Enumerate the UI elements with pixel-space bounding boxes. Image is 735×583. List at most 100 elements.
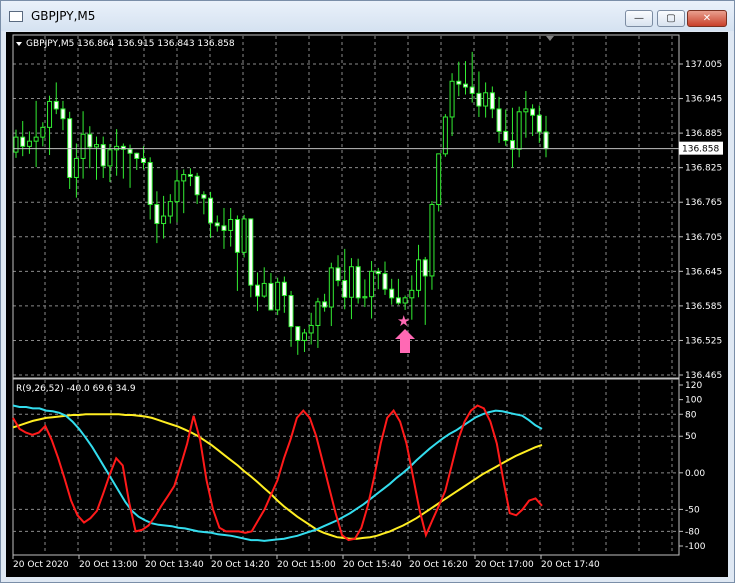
candles-layer bbox=[13, 51, 549, 355]
time-axis: 20 Oct 2020 20 Oct 13:00 20 Oct 13:40 20 Oc… bbox=[12, 555, 600, 570]
bear-candle bbox=[322, 301, 328, 308]
bear-candle bbox=[134, 152, 140, 159]
bear-candle bbox=[509, 140, 515, 150]
price-tick-label: 136.705 bbox=[685, 233, 722, 243]
maximize-button[interactable]: ▢ bbox=[657, 10, 685, 27]
chart-canvas[interactable]: GBPJPY,M5 136.864 136.915 136.843 136.85… bbox=[6, 32, 728, 577]
indicator-tick-label: 50 bbox=[685, 432, 697, 442]
bull-candle bbox=[181, 174, 187, 182]
bull-candle bbox=[94, 144, 100, 148]
bull-candle bbox=[416, 259, 422, 291]
bull-candle bbox=[402, 297, 408, 304]
bull-candle bbox=[348, 266, 354, 298]
window-title: GBPJPY,M5 bbox=[31, 9, 96, 23]
bear-candle bbox=[87, 133, 93, 148]
bear-candle bbox=[147, 161, 153, 206]
bull-candle bbox=[47, 100, 53, 128]
bull-candle bbox=[261, 282, 267, 297]
bull-candle bbox=[26, 140, 32, 147]
bear-candle bbox=[194, 175, 200, 196]
current-price-label: 136.858 bbox=[682, 145, 719, 155]
bear-candle bbox=[496, 108, 502, 132]
main-panel-frame bbox=[12, 34, 680, 379]
bear-candle bbox=[382, 273, 388, 290]
bull-candle bbox=[73, 157, 79, 178]
bear-candle bbox=[214, 222, 220, 227]
bull-candle bbox=[13, 136, 19, 153]
bear-candle bbox=[187, 174, 193, 177]
bull-candle bbox=[301, 332, 307, 341]
chart-menu-triangle-icon[interactable] bbox=[16, 42, 22, 46]
bear-candle bbox=[20, 136, 26, 147]
time-tick-label: 20 Oct 15:00 bbox=[277, 560, 336, 570]
time-tick-label: 20 Oct 2020 bbox=[13, 560, 69, 570]
bull-candle bbox=[174, 180, 180, 203]
time-tick-label: 20 Oct 17:00 bbox=[475, 560, 534, 570]
bull-candle bbox=[114, 145, 120, 151]
bear-candle bbox=[201, 194, 207, 199]
bear-candle bbox=[536, 114, 542, 133]
bear-candle bbox=[422, 259, 428, 277]
bull-candle bbox=[449, 80, 455, 118]
bull-candle bbox=[315, 301, 321, 326]
bear-candle bbox=[288, 295, 294, 328]
time-tick-label: 20 Oct 17:40 bbox=[541, 560, 600, 570]
chart-area[interactable]: GBPJPY,M5 136.864 136.915 136.843 136.85… bbox=[6, 32, 728, 577]
bear-candle bbox=[255, 284, 261, 297]
slow-line bbox=[12, 413, 543, 540]
price-tick-label: 136.765 bbox=[685, 198, 722, 208]
main-header: GBPJPY,M5 136.864 136.915 136.843 136.85… bbox=[26, 39, 235, 49]
price-tick-label: 137.005 bbox=[685, 60, 722, 70]
price-tick-label: 136.945 bbox=[685, 95, 722, 105]
bear-candle bbox=[53, 100, 59, 110]
bull-candle bbox=[275, 281, 281, 311]
bear-candle bbox=[462, 83, 468, 88]
price-tick-label: 136.645 bbox=[685, 267, 722, 277]
bear-candle bbox=[60, 108, 66, 120]
bear-candle bbox=[543, 131, 549, 150]
price-tick-label: 136.825 bbox=[685, 164, 722, 174]
bear-candle bbox=[234, 219, 240, 253]
bear-candle bbox=[395, 297, 401, 304]
indicator-tick-label: 120 bbox=[685, 381, 702, 391]
time-tick-label: 20 Oct 14:20 bbox=[211, 560, 270, 570]
bull-candle bbox=[80, 133, 86, 159]
bear-candle bbox=[503, 130, 509, 142]
title-bar[interactable]: GBPJPY,M5 — ▢ ✕ bbox=[1, 1, 734, 31]
bull-candle bbox=[33, 136, 39, 142]
bull-candle bbox=[429, 204, 435, 277]
bear-candle bbox=[335, 267, 341, 282]
bull-candle bbox=[516, 111, 522, 150]
price-tick-label: 136.885 bbox=[685, 129, 722, 139]
bull-candle bbox=[328, 267, 334, 308]
close-button[interactable]: ✕ bbox=[687, 10, 727, 27]
bear-candle bbox=[469, 86, 475, 94]
time-tick-label: 20 Oct 13:00 bbox=[79, 560, 138, 570]
bull-candle bbox=[228, 219, 234, 231]
bull-candle bbox=[523, 108, 529, 113]
indicator-tick-label: -100 bbox=[685, 542, 706, 552]
time-tick-label: 20 Oct 13:40 bbox=[145, 560, 204, 570]
bull-candle bbox=[167, 201, 173, 217]
chart-window-icon bbox=[9, 11, 23, 22]
bear-candle bbox=[355, 266, 361, 299]
chart-shift-marker-icon[interactable] bbox=[546, 36, 554, 41]
bull-candle bbox=[409, 289, 415, 299]
price-tick-label: 136.585 bbox=[685, 302, 722, 312]
bear-candle bbox=[140, 157, 146, 163]
minimize-button[interactable]: — bbox=[625, 10, 653, 27]
indicator-tick-label: 80 bbox=[685, 410, 697, 420]
bear-candle bbox=[489, 92, 495, 110]
bear-candle bbox=[208, 197, 214, 224]
bear-candle bbox=[456, 80, 462, 85]
bull-candle bbox=[241, 218, 247, 253]
bear-candle bbox=[375, 270, 381, 275]
bear-candle bbox=[342, 280, 348, 298]
indicator-tick-label: 100 bbox=[685, 396, 702, 406]
indicator-grid bbox=[44, 380, 673, 554]
arrow-up-icon bbox=[395, 329, 415, 353]
bear-candle bbox=[389, 288, 395, 299]
chart-window: GBPJPY,M5 — ▢ ✕ GBPJPY,M5 136.864 136.91… bbox=[0, 0, 735, 583]
indicator-header: R(9,26,52) -40.0 69.6 34.9 bbox=[16, 384, 136, 394]
bull-candle bbox=[483, 92, 489, 107]
